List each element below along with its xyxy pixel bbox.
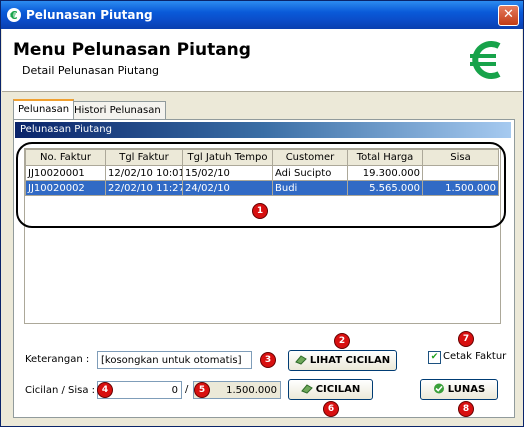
close-button[interactable]: ✕ [498,5,519,26]
cell-tgl-jatuh-tempo: 24/02/10 [182,180,273,196]
column-header[interactable]: Sisa [422,149,499,166]
lihat-cicilan-label: LIHAT CICILAN [309,355,391,366]
cetak-faktur-checkbox[interactable]: ✔ [428,351,441,364]
page-title: Menu Pelunasan Piutang [13,40,251,60]
cell-total-harga: 19.300.000 [347,165,423,181]
money-icon [295,353,307,365]
cicilan-button[interactable]: CICILAN [288,379,373,400]
column-header[interactable]: Customer [272,149,348,166]
euro-app-icon: € [7,8,21,22]
title-bar: € Pelunasan Piutang ✕ [1,1,523,29]
cell-tgl-jatuh-tempo: 15/02/10 [182,165,273,181]
cell-customer: Budi [272,180,348,196]
tab-pelunasan[interactable]: Pelunasan [13,99,75,119]
annotation-badge-8: 8 [458,401,474,417]
money-icon [300,382,313,394]
annotation-badge-3: 3 [260,352,276,368]
column-header[interactable]: Tgl Jatuh Tempo [182,149,273,166]
annotation-badge-5: 5 [194,382,210,398]
column-header[interactable]: No. Faktur [25,149,106,166]
cell-customer: Adi Sucipto [272,165,348,181]
section-title: Pelunasan Piutang [15,122,511,138]
cell-tgl-faktur: 12/02/10 10:01 [105,165,183,181]
lunas-button-label: LUNAS [447,384,486,395]
cell-sisa: 1.500.000 [422,180,499,196]
lihat-cicilan-button[interactable]: LIHAT CICILAN [288,350,397,371]
app-window: € Pelunasan Piutang ✕ Menu Pelunasan Piu… [0,0,524,427]
euro-logo-icon [470,41,501,79]
keterangan-label: Keterangan : [25,354,90,365]
window-title: Pelunasan Piutang [26,8,153,22]
piutang-table: No. Faktur Tgl Faktur Tgl Jatuh Tempo Cu… [25,149,499,196]
check-circle-icon [433,382,445,394]
tab-histori-pelunasan[interactable]: Histori Pelunasan [69,101,166,119]
separator-text: / [185,384,189,395]
cetak-faktur-label: Cetak Faktur [443,351,507,362]
column-header[interactable]: Tgl Faktur [105,149,183,166]
cell-total-harga: 5.565.000 [347,180,423,196]
page-subtitle: Detail Pelunasan Piutang [22,64,160,77]
annotation-badge-6: 6 [323,401,339,417]
column-header[interactable]: Total Harga [347,149,423,166]
cell-sisa [422,165,499,181]
cell-no-faktur: JJ10020001 [25,165,106,181]
annotation-badge-1: 1 [252,203,268,219]
lunas-button[interactable]: LUNAS [420,379,498,400]
annotation-badge-7: 7 [458,331,474,347]
cell-no-faktur: JJ10020002 [25,180,106,196]
annotation-badge-2: 2 [334,333,350,349]
keterangan-input[interactable]: [kosongkan untuk otomatis] [97,351,252,369]
cicilan-button-label: CICILAN [315,384,361,395]
cell-tgl-faktur: 22/02/10 11:27 [105,180,183,196]
page-header: Menu Pelunasan Piutang Detail Pelunasan … [2,29,522,92]
table-row-selected[interactable]: JJ10020002 22/02/10 11:27 24/02/10 Budi … [25,180,499,196]
table-row[interactable]: JJ10020001 12/02/10 10:01 15/02/10 Adi S… [25,165,499,181]
annotation-badge-4: 4 [97,382,113,398]
cicilan-sisa-label: Cicilan / Sisa : [25,385,96,396]
